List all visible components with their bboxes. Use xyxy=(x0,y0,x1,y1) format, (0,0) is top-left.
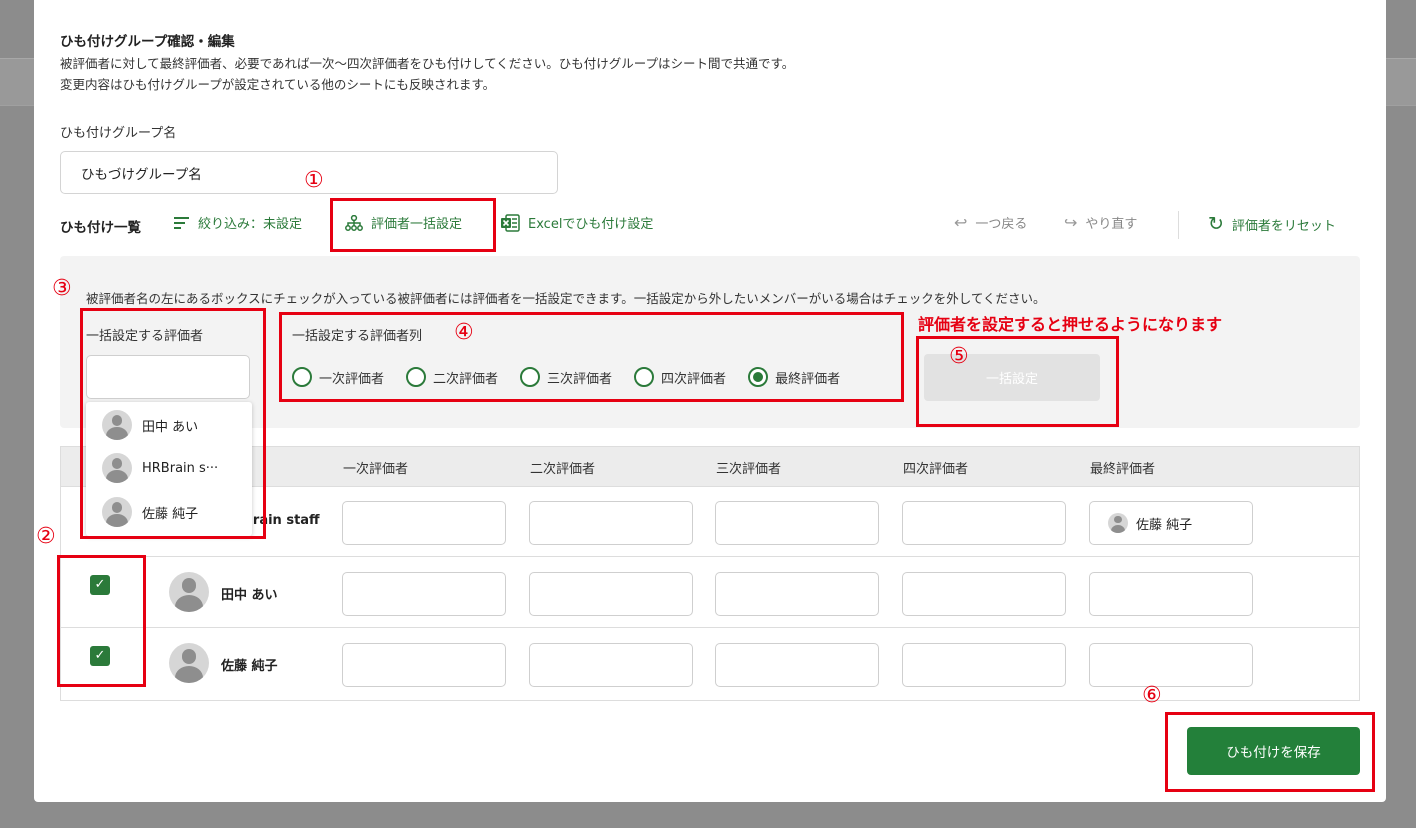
third-evaluator-cell[interactable] xyxy=(715,572,879,616)
radio-fourth-evaluator[interactable]: 四次評価者 xyxy=(634,367,726,387)
group-name-label: ひも付けグループ名 xyxy=(60,126,177,141)
filter-label: 絞り込み：未設定 xyxy=(198,217,303,232)
evaluator-column-radios: 一次評価者 二次評価者 三次評価者 四次評価者 最終評価者 xyxy=(292,367,840,387)
option-label: 田中 あい xyxy=(142,419,199,435)
avatar xyxy=(169,572,209,612)
dropdown-option[interactable]: 佐藤 純子 xyxy=(102,497,198,527)
fourth-evaluator-cell[interactable] xyxy=(902,643,1066,687)
radio-third-evaluator[interactable]: 三次評価者 xyxy=(520,367,612,387)
annotation-number-4: ④ xyxy=(454,320,474,345)
radio-label: 四次評価者 xyxy=(661,371,727,387)
modal-description-2: 変更内容はひも付けグループが設定されている他のシートにも反映されます。 xyxy=(60,77,496,92)
fourth-evaluator-cell[interactable] xyxy=(902,572,1066,616)
radio-final-evaluator[interactable]: 最終評価者 xyxy=(748,367,840,387)
first-evaluator-cell[interactable] xyxy=(342,501,506,545)
redo-icon: ↪ xyxy=(1064,213,1078,232)
evaluatee-name: 田中 あい xyxy=(221,588,278,603)
table-header: 一次評価者 二次評価者 三次評価者 四次評価者 最終評価者 xyxy=(61,447,1359,487)
modal-description-1: 被評価者に対して最終評価者、必要であれば一次〜四次評価者をひも付けしてください。… xyxy=(60,56,795,71)
radio-second-evaluator[interactable]: 二次評価者 xyxy=(406,367,498,387)
third-evaluator-cell[interactable] xyxy=(715,501,879,545)
second-evaluator-cell[interactable] xyxy=(529,643,693,687)
header-third-evaluator: 三次評価者 xyxy=(716,462,782,477)
filter-icon xyxy=(174,216,189,229)
reset-evaluator-label: 評価者をリセット xyxy=(1231,218,1336,234)
toolbar-divider xyxy=(1178,211,1179,239)
redo-label: やり直す xyxy=(1085,217,1138,232)
table-row: ✓ 佐藤 純子 xyxy=(61,629,1359,699)
first-evaluator-cell[interactable] xyxy=(342,643,506,687)
avatar xyxy=(1108,513,1128,533)
undo-label: 一つ戻る xyxy=(975,217,1028,232)
row-checkbox[interactable]: ✓ xyxy=(90,575,110,595)
list-title: ひも付け一覧 xyxy=(60,220,141,236)
radio-label: 一次評価者 xyxy=(319,371,385,387)
radio-circle xyxy=(520,367,541,387)
radio-first-evaluator[interactable]: 一次評価者 xyxy=(292,367,384,387)
table-row: Brain staff 佐藤 純子 xyxy=(61,487,1359,557)
annotation-number-3: ③ xyxy=(52,276,72,301)
header-second-evaluator: 二次評価者 xyxy=(530,462,596,477)
excel-link-label: Excelでひも付け設定 xyxy=(528,217,654,232)
radio-label: 三次評価者 xyxy=(547,371,613,387)
avatar xyxy=(102,453,132,483)
final-evaluator-cell[interactable] xyxy=(1089,572,1253,616)
final-evaluator-cell[interactable] xyxy=(1089,643,1253,687)
radio-circle xyxy=(292,367,312,387)
option-label: 佐藤 純子 xyxy=(142,506,199,522)
option-label: HRBrain s··· xyxy=(142,460,219,476)
bulk-evaluator-label: 評価者一括設定 xyxy=(371,217,463,232)
bulk-evaluator-button[interactable]: 評価者一括設定 xyxy=(345,213,462,232)
undo-icon: ↩ xyxy=(954,213,968,232)
annotation-number-5: ⑤ xyxy=(949,344,969,369)
dropdown-option[interactable]: 田中 あい xyxy=(102,410,198,440)
annotation-number-2: ② xyxy=(36,524,56,549)
bulk-setting-note: 被評価者名の左にあるボックスにチェックが入っている被評価者には評価者を一括設定で… xyxy=(86,291,1046,306)
dropdown-option[interactable]: HRBrain s··· xyxy=(102,453,218,483)
evaluatee-name: Brain staff xyxy=(243,513,320,528)
radio-circle xyxy=(634,367,655,387)
second-evaluator-cell[interactable] xyxy=(529,572,693,616)
annotation-number-6: ⑥ xyxy=(1142,683,1162,708)
org-chart-icon xyxy=(345,214,363,231)
header-first-evaluator: 一次評価者 xyxy=(343,462,409,477)
excel-link-button[interactable]: Excelでひも付け設定 xyxy=(501,213,653,232)
avatar xyxy=(102,410,132,440)
annotation-number-1: ① xyxy=(304,168,324,193)
header-final-evaluator: 最終評価者 xyxy=(1090,462,1156,477)
evaluator-dropdown: 田中 あい HRBrain s··· 佐藤 純子 xyxy=(86,402,252,536)
row-checkbox[interactable]: ✓ xyxy=(90,646,110,666)
final-evaluator-name: 佐藤 純子 xyxy=(1136,517,1193,533)
table-row: ✓ 田中 あい xyxy=(61,558,1359,628)
second-evaluator-cell[interactable] xyxy=(529,501,693,545)
filter-button[interactable]: 絞り込み：未設定 xyxy=(174,213,302,232)
final-evaluator-cell[interactable]: 佐藤 純子 xyxy=(1089,501,1253,545)
bulk-evaluator-input[interactable] xyxy=(86,355,250,399)
save-linking-button[interactable]: ひも付けを保存 xyxy=(1187,727,1360,775)
header-fourth-evaluator: 四次評価者 xyxy=(903,462,969,477)
bulk-evaluator-field-label: 一括設定する評価者 xyxy=(86,329,204,344)
avatar xyxy=(102,497,132,527)
bulk-column-label: 一括設定する評価者列 xyxy=(292,329,423,344)
first-evaluator-cell[interactable] xyxy=(342,572,506,616)
radio-label: 最終評価者 xyxy=(775,371,841,387)
redo-button[interactable]: ↪ やり直す xyxy=(1064,213,1137,232)
annotation-hint: 評価者を設定すると押せるようになります xyxy=(918,315,1223,334)
reset-evaluator-button[interactable]: ↻ 評価者をリセット xyxy=(1208,213,1336,235)
linking-table: 一次評価者 二次評価者 三次評価者 四次評価者 最終評価者 Brain staf… xyxy=(60,446,1360,701)
third-evaluator-cell[interactable] xyxy=(715,643,879,687)
evaluatee-name: 佐藤 純子 xyxy=(221,659,278,674)
modal-title: ひも付けグループ確認・編集 xyxy=(60,34,235,50)
fourth-evaluator-cell[interactable] xyxy=(902,501,1066,545)
avatar xyxy=(169,643,209,683)
undo-button[interactable]: ↩ 一つ戻る xyxy=(954,213,1027,232)
excel-icon xyxy=(501,213,520,232)
refresh-icon: ↻ xyxy=(1208,213,1224,235)
radio-label: 二次評価者 xyxy=(433,371,499,387)
linking-group-modal: ひも付けグループ確認・編集 被評価者に対して最終評価者、必要であれば一次〜四次評… xyxy=(34,0,1386,802)
radio-circle xyxy=(406,367,427,387)
radio-circle-selected xyxy=(748,367,769,387)
bulk-setting-panel xyxy=(60,256,1360,428)
